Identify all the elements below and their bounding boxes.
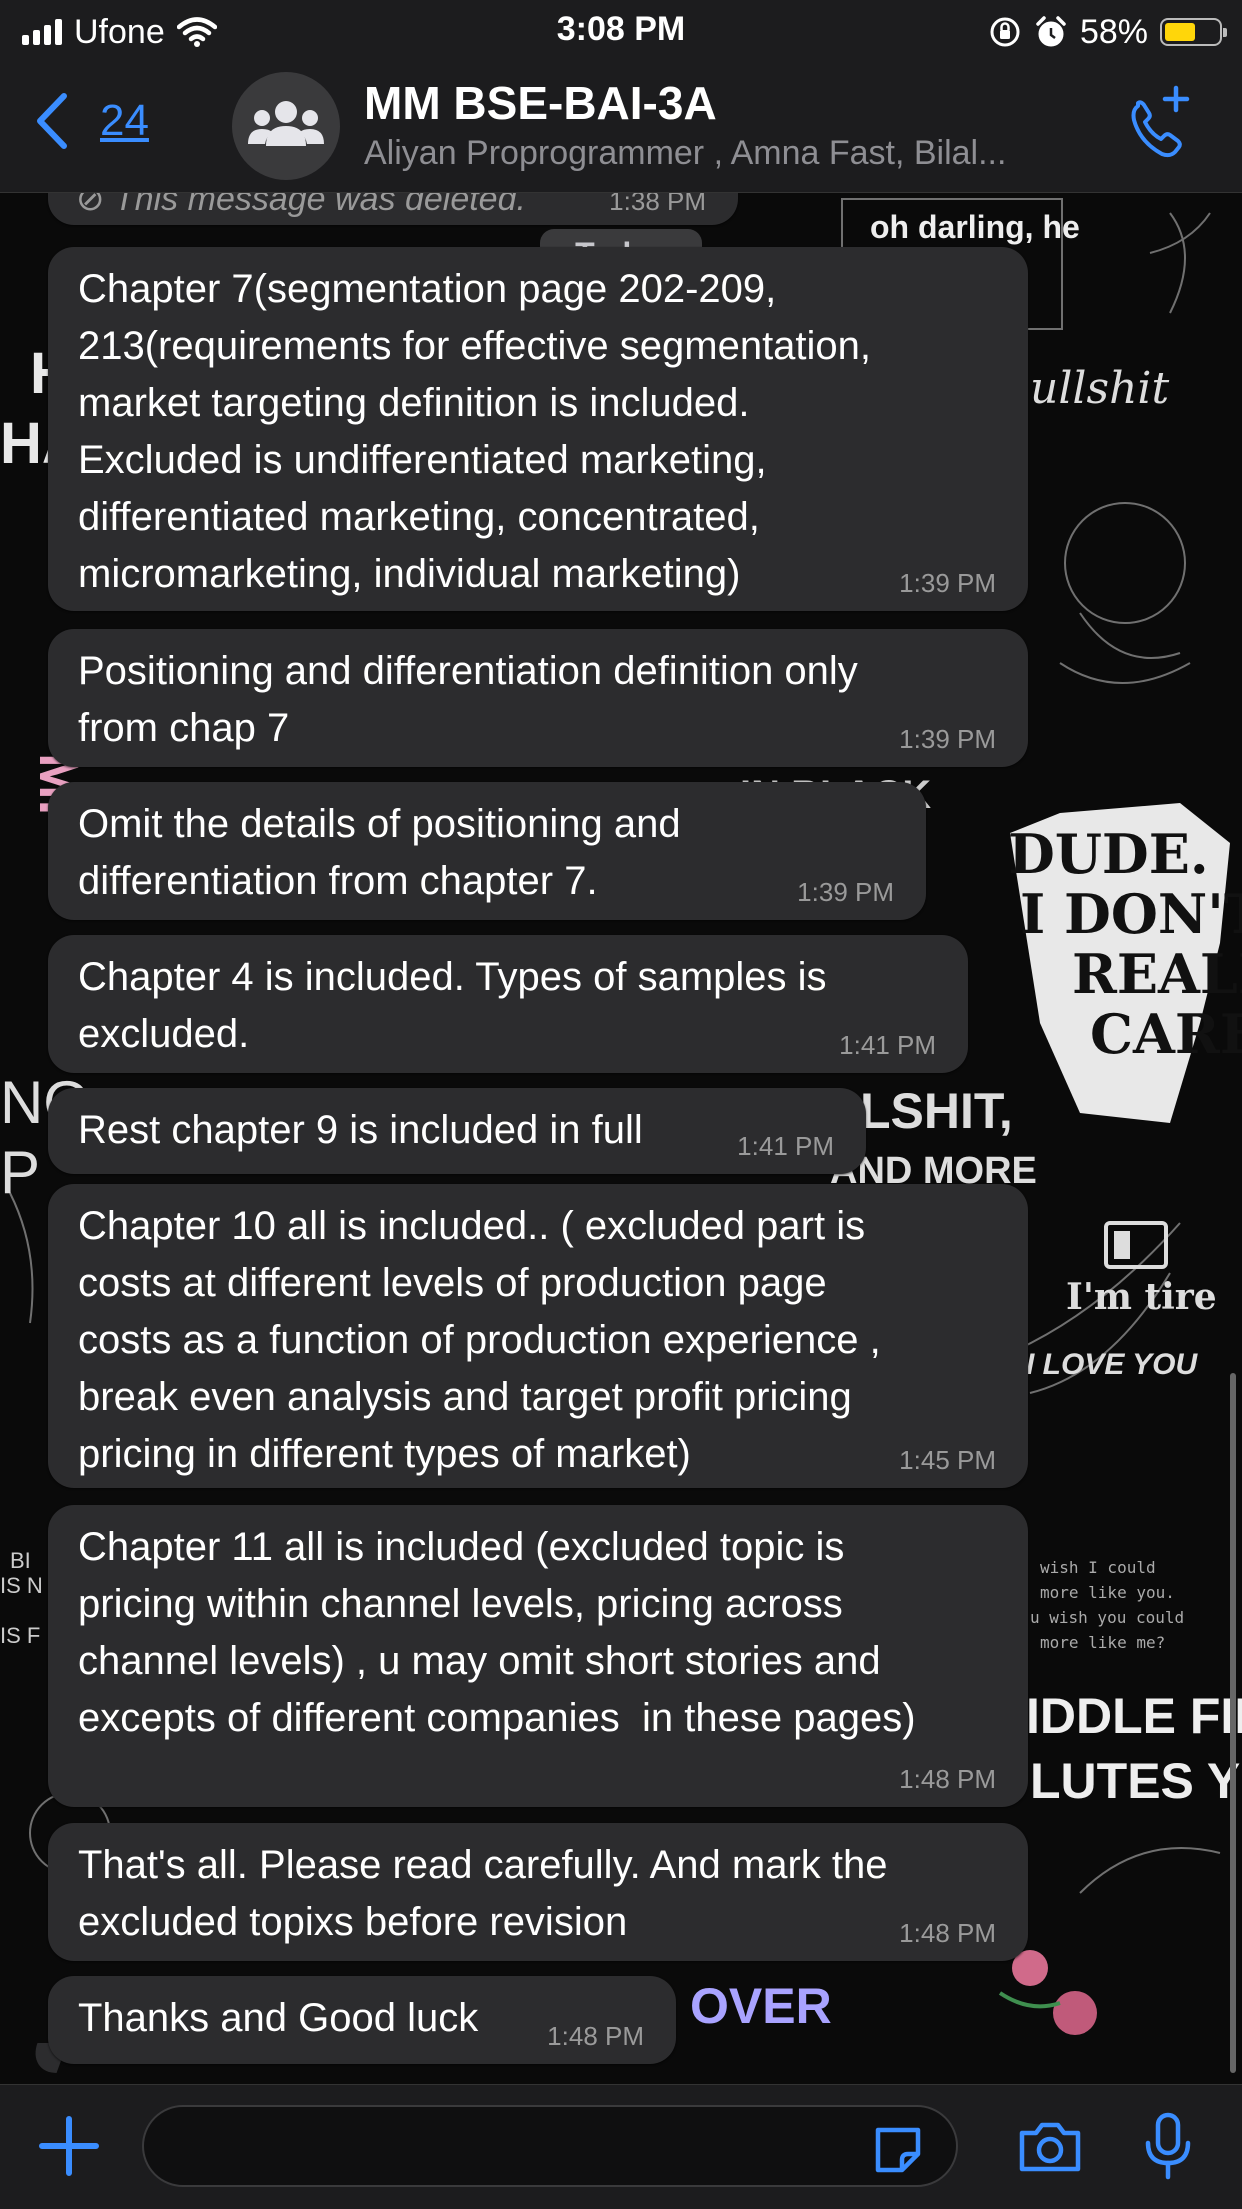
message-text: Chapter 4 is included. Types of samples … — [78, 955, 827, 1056]
attach-button[interactable] — [36, 2113, 102, 2184]
message-time: 1:39 PM — [899, 724, 996, 754]
svg-text:wish I could: wish I could — [1040, 1558, 1156, 1577]
message-text: That's all. Please read carefully. And m… — [78, 1843, 888, 1944]
svg-text:IS F: IS F — [0, 1623, 40, 1648]
message-time: 1:38 PM — [609, 193, 706, 216]
message-bubble[interactable]: Thanks and Good luck 1:48 PM — [48, 1976, 676, 2064]
status-bar: Ufone 3:08 PM 58% — [0, 0, 1242, 62]
group-avatar[interactable] — [232, 72, 340, 180]
svg-text:more like me?: more like me? — [1040, 1633, 1165, 1652]
add-call-button[interactable] — [1124, 84, 1194, 169]
sticker-icon — [875, 2127, 921, 2173]
alarm-icon — [1036, 16, 1066, 47]
svg-text:more like you.: more like you. — [1040, 1583, 1175, 1602]
message-time: 1:45 PM — [899, 1445, 996, 1475]
lock-rotation-icon — [990, 17, 1020, 47]
message-text: Positioning and differentiation definiti… — [78, 649, 858, 750]
camera-icon — [1019, 2122, 1081, 2172]
wall-over: OVER — [690, 1978, 832, 2034]
chat-header: 24 MM BSE-BAI-3A Aliyan Proprogrammer , … — [0, 62, 1242, 193]
message-bubble[interactable]: Positioning and differentiation definiti… — [48, 629, 1028, 767]
back-chevron-icon — [37, 93, 67, 149]
camera-button[interactable] — [1016, 2119, 1084, 2180]
wall-bullshit: ullshit — [1030, 363, 1169, 414]
add-call-icon — [1131, 85, 1190, 158]
message-time: 1:39 PM — [899, 568, 996, 598]
svg-text:IS N: IS N — [0, 1573, 43, 1598]
wall-salutes: LUTES YOU. — [1030, 1753, 1242, 1809]
sticker-button[interactable] — [870, 2122, 926, 2183]
svg-text:BI: BI — [10, 1548, 31, 1573]
status-right: 58% — [988, 12, 1227, 52]
message-time: 1:48 PM — [547, 2021, 644, 2051]
microphone-icon — [1145, 2112, 1191, 2180]
message-time: 1:39 PM — [797, 877, 894, 907]
group-members[interactable]: Aliyan Proprogrammer , Amna Fast, Bilal.… — [364, 134, 1084, 173]
message-text: Omit the details of positioning and diff… — [78, 802, 681, 903]
message-bubble[interactable]: Chapter 7(segmentation page 202-209, 213… — [48, 247, 1028, 611]
svg-text:I DON'T: I DON'T — [1020, 882, 1242, 946]
battery-percent: 58% — [1079, 12, 1148, 51]
message-time: 1:41 PM — [839, 1030, 936, 1060]
message-text: Chapter 10 all is included.. ( excluded … — [78, 1204, 881, 1476]
plus-icon — [39, 2116, 99, 2176]
wall-middle-finger: IDDLE FINGE — [1026, 1688, 1242, 1744]
group-title[interactable]: MM BSE-BAI-3A — [364, 76, 717, 130]
wall-tired: I'm tire — [1066, 1276, 1217, 1318]
deleted-text: This message was deleted. — [113, 193, 526, 218]
message-bubble[interactable]: Omit the details of positioning and diff… — [48, 782, 926, 920]
svg-text:u wish you could: u wish you could — [1030, 1608, 1184, 1627]
deleted-icon: ⊘ — [76, 193, 105, 218]
message-text: Chapter 7(segmentation page 202-209, 213… — [78, 267, 872, 596]
message-bubble[interactable]: Rest chapter 9 is included in full 1:41 … — [48, 1088, 866, 1174]
compose-bar — [0, 2084, 1242, 2209]
back-button[interactable]: 24 — [34, 92, 149, 150]
message-text: Rest chapter 9 is included in full — [78, 1108, 643, 1152]
chat-area[interactable]: Hu HA MI oh darling, he ullshit IN BLACK… — [0, 193, 1242, 2084]
svg-text:REALLY: REALLY — [1072, 942, 1242, 1006]
message-input[interactable] — [142, 2105, 958, 2187]
message-bubble[interactable]: Chapter 11 all is included (excluded top… — [48, 1505, 1028, 1807]
wall-i-love-you: I LOVE YOU — [1026, 1348, 1198, 1381]
message-time: 1:41 PM — [737, 1131, 834, 1161]
message-bubble[interactable]: That's all. Please read carefully. And m… — [48, 1823, 1028, 1961]
wall-dude: DUDE. — [1008, 822, 1209, 886]
microphone-button[interactable] — [1140, 2111, 1196, 2188]
message-time: 1:48 PM — [899, 1918, 996, 1948]
deleted-message[interactable]: ⊘ This message was deleted. 1:38 PM — [48, 193, 738, 225]
message-bubble[interactable]: Chapter 10 all is included.. ( excluded … — [48, 1184, 1028, 1488]
battery-fill — [1165, 23, 1196, 41]
svg-text:CARE: CARE — [1090, 1002, 1242, 1066]
svg-text:P: P — [0, 1139, 40, 1206]
wall-lshit: LSHIT, — [860, 1083, 1013, 1139]
unread-count[interactable]: 24 — [100, 96, 149, 146]
message-bubble[interactable]: Chapter 4 is included. Types of samples … — [48, 935, 968, 1073]
message-time: 1:48 PM — [899, 1764, 996, 1794]
message-text: Chapter 11 all is included (excluded top… — [78, 1525, 916, 1740]
group-avatar-icon — [248, 101, 324, 146]
wall-oh-darling: oh darling, he — [870, 209, 1080, 245]
chat-scrollbar[interactable] — [1230, 1373, 1236, 2073]
battery-icon — [1160, 18, 1227, 46]
